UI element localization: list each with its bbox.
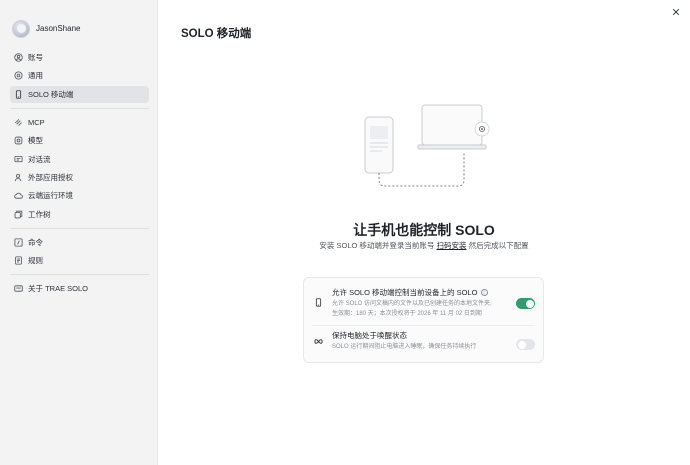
setting-description: SOLO 运行期间阻止电脑进入睡眠，确保任务持续执行 xyxy=(332,344,477,350)
sidebar-item-label: MCP xyxy=(28,117,45,127)
sidebar-item-model[interactable]: 模型 xyxy=(10,132,149,149)
profile[interactable]: JasonShane xyxy=(0,0,157,40)
command-icon xyxy=(14,238,23,247)
hero-subtitle: 安装 SOLO 移动端并登录当前账号 扫码安装 然后完成以下配置 xyxy=(158,240,690,251)
divider xyxy=(312,325,535,326)
mcp-icon xyxy=(14,118,23,127)
sidebar-item-label: 对话流 xyxy=(28,154,51,164)
sidebar-item-label: 工作树 xyxy=(28,209,51,219)
close-button[interactable] xyxy=(670,6,682,18)
sidebar: JasonShane 账号 通用 SOLO 移动端 MCP 模型 对话流 外部应… xyxy=(0,0,158,465)
keep-awake-setting: 保持电脑处于唤醒状态 SOLO 运行期间阻止电脑进入睡眠，确保任务持续执行 xyxy=(304,330,543,360)
sidebar-item-label: 规则 xyxy=(28,256,43,266)
worktree-icon xyxy=(14,210,23,219)
divider xyxy=(10,274,149,276)
phone-laptop-illustration xyxy=(364,104,490,187)
sidebar-item-account[interactable]: 账号 xyxy=(10,49,149,66)
sidebar-item-label: 通用 xyxy=(28,71,43,81)
remote-control-setting: 允许 SOLO 移动端控制当前设备上的 SOLO i 允许 SOLO 访问文稿内… xyxy=(304,287,543,327)
page-title: SOLO 移动端 xyxy=(181,28,252,40)
sidebar-item-commands[interactable]: 命令 xyxy=(10,234,149,251)
infinity-icon xyxy=(313,339,323,344)
sidebar-item-cloud-env[interactable]: 云端运行环境 xyxy=(10,187,149,204)
hero-subtitle-text: 安装 SOLO 移动端并登录当前账号 xyxy=(319,241,437,250)
sidebar-item-general[interactable]: 通用 xyxy=(10,67,149,84)
chat-flow-icon xyxy=(14,155,23,164)
sidebar-item-rules[interactable]: 规则 xyxy=(10,252,149,269)
rules-icon xyxy=(14,256,23,265)
setting-description: 允许 SOLO 访问文稿内的文件以及已创建任务的本地文件夹; xyxy=(332,301,492,307)
sidebar-item-label: 关于 TRAE SOLO xyxy=(28,284,89,294)
divider xyxy=(10,107,149,109)
setting-title: 保持电脑处于唤醒状态 xyxy=(332,331,407,340)
settings-icon xyxy=(14,71,23,80)
remote-control-toggle[interactable] xyxy=(516,298,535,309)
sidebar-item-label: 模型 xyxy=(28,136,43,146)
sidebar-item-label: SOLO 移动端 xyxy=(28,89,74,99)
hero-title: 让手机也能控制 SOLO xyxy=(353,222,495,238)
setting-title: 允许 SOLO 移动端控制当前设备上的 SOLO i xyxy=(332,287,543,299)
setting-expiry: 生效期：180 天；本次授权将于 2026 年 11 月 02 日到期 xyxy=(332,311,482,317)
sidebar-nav: 账号 通用 SOLO 移动端 MCP 模型 对话流 外部应用授权 云端运行环境 … xyxy=(10,49,149,299)
auth-user-icon xyxy=(14,173,23,182)
toggle-knob xyxy=(517,340,526,349)
sidebar-item-label: 命令 xyxy=(28,237,43,247)
avatar xyxy=(12,19,30,38)
sidebar-item-about[interactable]: 关于 TRAE SOLO xyxy=(10,280,149,297)
model-icon xyxy=(14,136,23,145)
sidebar-item-solo-mobile[interactable]: SOLO 移动端 xyxy=(10,85,149,103)
sidebar-item-label: 账号 xyxy=(28,53,43,62)
settings-card: 允许 SOLO 移动端控制当前设备上的 SOLO i 允许 SOLO 访问文稿内… xyxy=(303,277,544,363)
phone-icon xyxy=(14,90,23,99)
sidebar-item-external-auth[interactable]: 外部应用授权 xyxy=(10,169,149,186)
scan-install-link[interactable]: 扫码安装 xyxy=(437,241,467,250)
toggle-knob xyxy=(525,299,534,308)
keep-awake-toggle[interactable] xyxy=(516,339,535,350)
cloud-icon xyxy=(14,191,23,200)
username: JasonShane xyxy=(36,24,81,33)
about-icon xyxy=(14,284,23,293)
sidebar-item-chat-flow[interactable]: 对话流 xyxy=(10,151,149,168)
divider xyxy=(10,227,149,229)
sidebar-item-worktree[interactable]: 工作树 xyxy=(10,206,149,223)
info-icon[interactable]: i xyxy=(480,289,488,296)
sidebar-item-label: 云端运行环境 xyxy=(28,191,73,201)
user-circle-icon xyxy=(14,53,23,62)
close-icon xyxy=(672,8,680,16)
hero-subtitle-text-end: 然后完成以下配置 xyxy=(466,241,529,250)
setting-title-text: 允许 SOLO 移动端控制当前设备上的 SOLO xyxy=(332,288,478,297)
sidebar-item-mcp[interactable]: MCP xyxy=(10,114,149,131)
phone-icon xyxy=(315,298,321,307)
sidebar-item-label: 外部应用授权 xyxy=(28,172,73,182)
